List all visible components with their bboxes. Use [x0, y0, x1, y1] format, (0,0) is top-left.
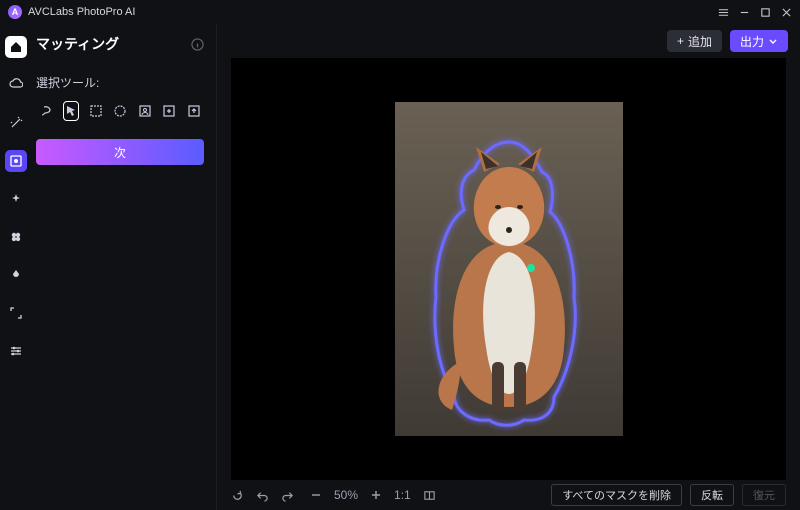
wand-icon[interactable] — [5, 112, 27, 134]
canvas[interactable] — [231, 58, 786, 480]
cloud-upload-icon[interactable] — [5, 74, 27, 96]
output-button[interactable]: 出力 — [730, 30, 788, 52]
sparkle-icon[interactable] — [5, 188, 27, 210]
select-tools-label: 選択ツール: — [36, 74, 204, 91]
side-panel: マッティング 選択ツール: 次 — [32, 24, 217, 510]
zoom-in-icon[interactable] — [370, 489, 382, 501]
add-button[interactable]: + 追加 — [667, 30, 722, 52]
close-icon[interactable] — [781, 7, 792, 18]
app-title: AVCLabs PhotoPro AI — [28, 6, 135, 18]
output-button-label: 出力 — [740, 33, 764, 50]
work-area: + 追加 出力 — [217, 24, 800, 510]
expand-icon[interactable] — [5, 302, 27, 324]
app-logo: A — [8, 5, 22, 19]
select-tools-row — [36, 101, 204, 121]
restore-button[interactable]: 復元 — [742, 484, 786, 506]
undo-icon[interactable] — [256, 489, 269, 502]
panel-title: マッティング — [36, 34, 119, 54]
sliders-icon[interactable] — [5, 340, 27, 362]
restore-label: 復元 — [753, 487, 775, 503]
pointer-tool-icon[interactable] — [63, 101, 80, 121]
zoom-percent: 50% — [334, 488, 358, 502]
portrait-select-icon[interactable] — [136, 101, 153, 121]
invert-button[interactable]: 反転 — [690, 484, 734, 506]
maximize-icon[interactable] — [760, 7, 771, 18]
rectangle-select-icon[interactable] — [87, 101, 104, 121]
minimize-icon[interactable] — [739, 7, 750, 18]
refresh-icon[interactable] — [231, 489, 244, 502]
hamburger-icon[interactable] — [718, 7, 729, 18]
fox-subject — [404, 122, 614, 436]
add-selection-icon[interactable] — [161, 101, 178, 121]
export-selection-icon[interactable] — [185, 101, 202, 121]
info-icon[interactable] — [191, 38, 204, 51]
drop-icon[interactable] — [5, 264, 27, 286]
plus-icon: + — [677, 34, 684, 48]
photo[interactable] — [395, 102, 623, 436]
add-button-label: 追加 — [688, 33, 712, 50]
invert-label: 反転 — [701, 487, 723, 503]
left-iconbar — [0, 24, 32, 510]
lasso-tool-icon[interactable] — [38, 101, 55, 121]
zoom-out-icon[interactable] — [310, 489, 322, 501]
next-button[interactable]: 次 — [36, 139, 204, 165]
next-button-label: 次 — [114, 144, 126, 161]
delete-all-masks-button[interactable]: すべてのマスクを削除 — [551, 484, 682, 506]
selection-point-marker[interactable] — [527, 264, 535, 272]
home-icon[interactable] — [5, 36, 27, 58]
clover-icon[interactable] — [5, 226, 27, 248]
chevron-down-icon — [768, 36, 778, 46]
zoom-ratio[interactable]: 1:1 — [394, 488, 411, 502]
matting-tool-icon[interactable] — [5, 150, 27, 172]
ellipse-select-icon[interactable] — [112, 101, 129, 121]
delete-all-masks-label: すべてのマスクを削除 — [562, 487, 671, 503]
fit-screen-icon[interactable] — [423, 489, 436, 502]
redo-icon[interactable] — [281, 489, 294, 502]
